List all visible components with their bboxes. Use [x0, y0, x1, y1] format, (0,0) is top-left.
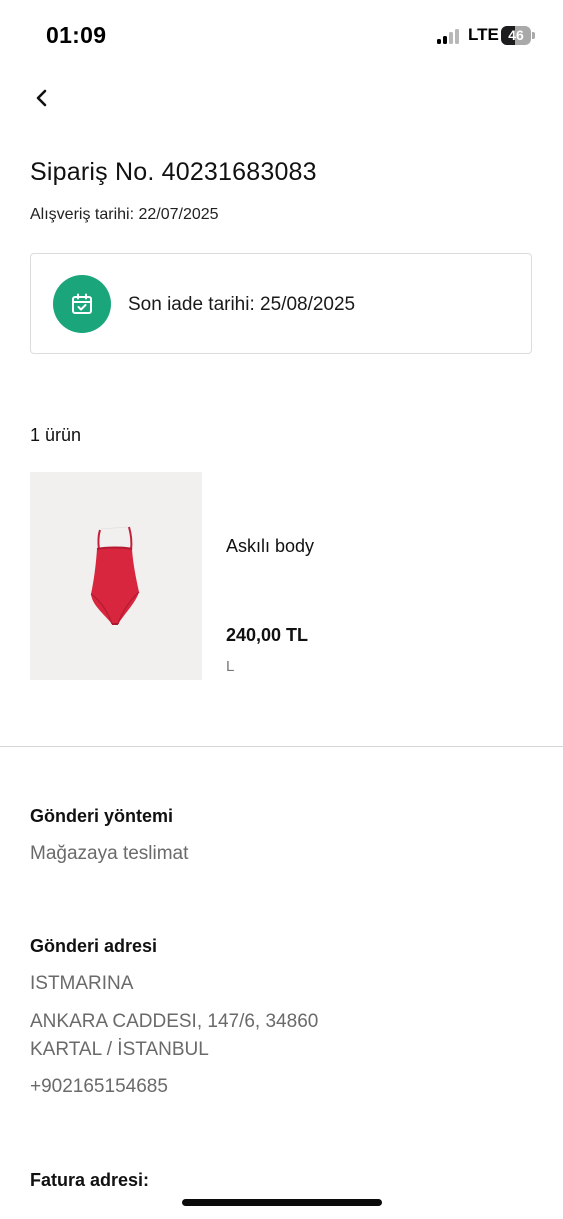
shipping-address-line2: KARTAL / İSTANBUL	[30, 1039, 209, 1060]
status-time: 01:09	[46, 22, 107, 48]
back-button[interactable]	[26, 82, 58, 114]
return-deadline-card: Son iade tarihi: 25/08/2025	[30, 253, 532, 354]
product-name[interactable]: Askılı body	[226, 536, 314, 557]
shipping-address-heading: Gönderi adresi	[30, 936, 158, 956]
signal-bar	[443, 35, 447, 44]
billing-address-heading: Fatura adresi:	[30, 1170, 150, 1190]
home-indicator[interactable]	[182, 1199, 382, 1206]
calendar-check-icon	[72, 293, 92, 314]
chevron-left-icon	[36, 89, 47, 107]
order-title: Sipariş No. 40231683083	[30, 158, 317, 186]
return-deadline-text: Son iade tarihi: 25/08/2025	[128, 294, 356, 315]
status-bar: 01:09 LTE 46	[0, 0, 563, 72]
purchase-date: Alışveriş tarihi: 22/07/2025	[30, 206, 219, 223]
shipping-address-name: ISTMARINA	[30, 973, 134, 994]
signal-bar	[437, 39, 441, 44]
signal-bar	[455, 28, 459, 44]
swimsuit-image	[90, 526, 140, 625]
product-price: 240,00 TL	[226, 625, 309, 645]
battery-cap	[532, 32, 535, 39]
shipping-method-heading: Gönderi yöntemi	[30, 806, 174, 826]
items-count: 1 ürün	[30, 425, 82, 445]
battery-icon: 46	[501, 26, 531, 45]
shipping-method-value: Mağazaya teslimat	[30, 843, 189, 864]
shipping-address-line1: ANKARA CADDESI, 147/6, 34860	[30, 1011, 319, 1032]
shipping-phone: +902165154685	[30, 1076, 168, 1097]
return-icon-badge	[53, 275, 111, 333]
product-size: L	[226, 658, 235, 675]
signal-bar	[449, 32, 453, 44]
network-type: LTE	[468, 25, 499, 44]
product-image[interactable]	[30, 472, 202, 680]
signal-strength-icon	[437, 28, 465, 44]
battery-level: 46	[508, 27, 524, 43]
section-divider	[0, 746, 563, 747]
